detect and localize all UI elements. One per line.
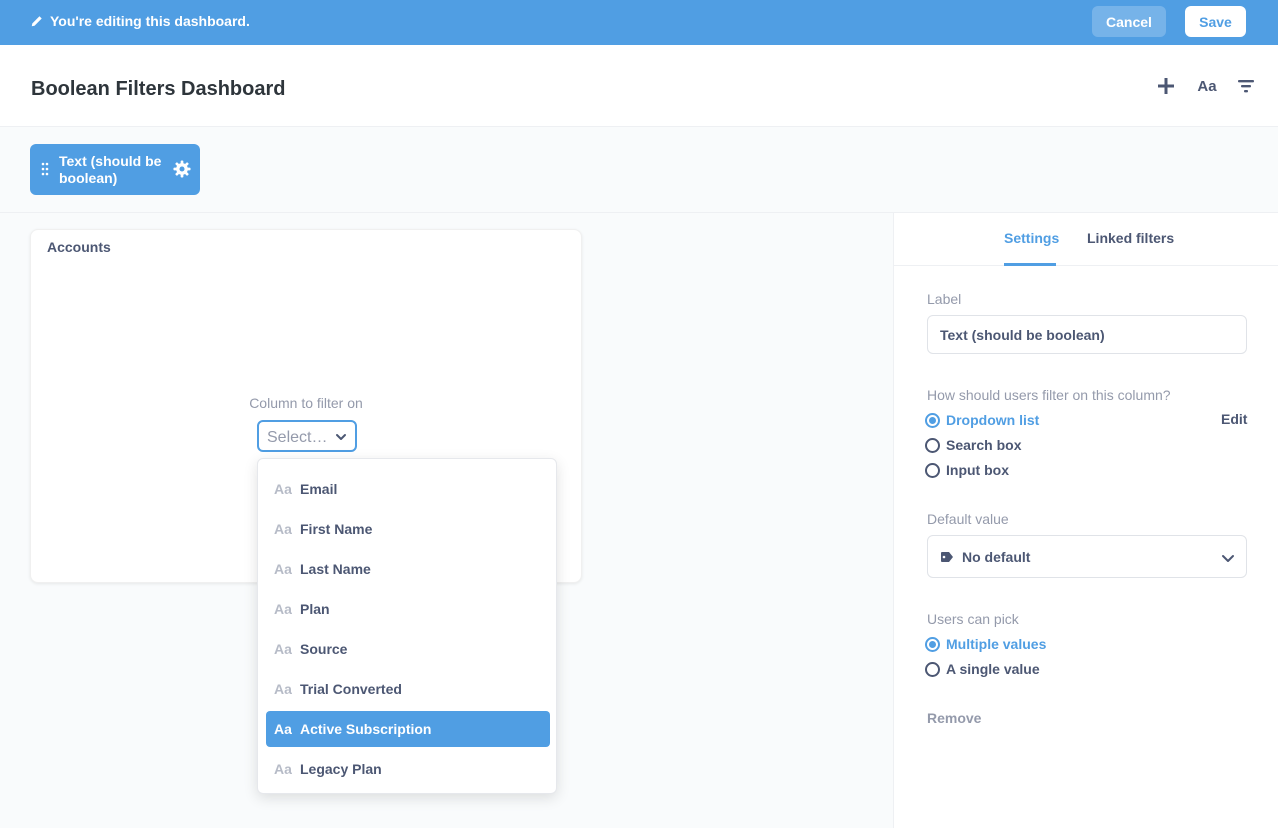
column-option[interactable]: Aa First Name <box>266 511 550 547</box>
add-text-button[interactable]: Aa <box>1196 75 1218 97</box>
column-filter-label: Column to filter on <box>249 395 363 411</box>
chevron-down-icon <box>336 434 346 440</box>
active-tab-indicator <box>1004 263 1056 266</box>
text-type-icon: Aa <box>274 561 292 577</box>
radio-selected-icon <box>925 636 940 652</box>
column-select[interactable]: Select… <box>257 420 357 452</box>
default-value-select[interactable]: No default <box>927 535 1247 578</box>
column-option-label: Active Subscription <box>300 721 432 737</box>
pencil-icon <box>31 16 42 27</box>
column-option[interactable]: Aa Last Name <box>266 551 550 587</box>
column-option-highlighted[interactable]: Aa Active Subscription <box>266 711 550 747</box>
dashboard-title[interactable]: Boolean Filters Dashboard <box>31 78 286 101</box>
edit-dropdown-link[interactable]: Edit <box>1221 411 1247 427</box>
remove-filter-button[interactable]: Remove <box>927 710 981 726</box>
radio-label: Input box <box>946 462 1009 478</box>
radio-search-box[interactable]: Search box <box>925 437 1021 453</box>
filter-settings-sidebar: Settings Linked filters Label Text (shou… <box>893 213 1278 828</box>
add-card-button[interactable] <box>1155 75 1177 97</box>
radio-input-box[interactable]: Input box <box>925 462 1009 478</box>
card-title: Accounts <box>47 239 111 255</box>
column-option-label: Email <box>300 481 338 497</box>
edit-mode-message: You're editing this dashboard. <box>50 13 250 29</box>
filter-bar: Text (should be boolean) <box>0 127 1278 213</box>
filter-method-heading: How should users filter on this column? <box>927 387 1171 403</box>
radio-label: Dropdown list <box>946 412 1040 428</box>
gear-icon[interactable] <box>173 160 191 178</box>
column-select-placeholder: Select… <box>267 429 328 446</box>
tab-settings[interactable]: Settings <box>1004 230 1059 246</box>
label-input-value: Text (should be boolean) <box>940 327 1105 343</box>
default-value-text: No default <box>962 549 1031 565</box>
plus-icon <box>1158 78 1174 94</box>
label-heading: Label <box>927 291 962 307</box>
column-option-label: Legacy Plan <box>300 761 382 777</box>
default-value-heading: Default value <box>927 511 1009 527</box>
column-dropdown: Aa Email Aa First Name Aa Last Name Aa P… <box>257 458 557 794</box>
radio-label: Search box <box>946 437 1022 453</box>
radio-single-value[interactable]: A single value <box>925 661 1040 677</box>
column-option[interactable]: Aa Source <box>266 631 550 667</box>
filter-chip-label: Text (should be boolean) <box>59 153 162 186</box>
dashboard-header: Boolean Filters Dashboard Aa <box>0 45 1278 127</box>
column-option[interactable]: Aa Email <box>266 471 550 507</box>
text-type-icon: Aa <box>274 521 292 537</box>
radio-dropdown-list[interactable]: Dropdown list <box>925 412 1039 428</box>
label-input[interactable]: Text (should be boolean) <box>927 315 1247 354</box>
radio-unselected-icon <box>925 462 940 478</box>
text-icon: Aa <box>1197 77 1217 95</box>
radio-selected-icon <box>925 412 940 428</box>
text-type-icon: Aa <box>274 481 292 497</box>
save-button[interactable]: Save <box>1185 6 1246 37</box>
column-option-label: Plan <box>300 601 330 617</box>
column-option-label: First Name <box>300 521 373 537</box>
text-type-icon: Aa <box>274 721 292 737</box>
tab-linked-filters[interactable]: Linked filters <box>1087 230 1174 246</box>
sidebar-tabs: Settings Linked filters <box>894 213 1278 266</box>
radio-multiple-values[interactable]: Multiple values <box>925 636 1046 652</box>
column-option-label: Source <box>300 641 348 657</box>
column-option-label: Trial Converted <box>300 681 402 697</box>
tag-icon <box>941 552 953 562</box>
column-option[interactable]: Aa Trial Converted <box>266 671 550 707</box>
filter-icon <box>1238 80 1254 93</box>
column-option[interactable]: Aa Plan <box>266 591 550 627</box>
edit-mode-bar: You're editing this dashboard. Cancel Sa… <box>0 0 1278 45</box>
text-type-icon: Aa <box>274 681 292 697</box>
users-can-pick-heading: Users can pick <box>927 611 1019 627</box>
text-type-icon: Aa <box>274 761 292 777</box>
text-type-icon: Aa <box>274 641 292 657</box>
radio-unselected-icon <box>925 437 940 453</box>
add-filter-button[interactable] <box>1235 75 1257 97</box>
radio-unselected-icon <box>925 661 940 677</box>
radio-label: Multiple values <box>946 636 1047 652</box>
chevron-down-icon <box>1222 555 1234 562</box>
text-type-icon: Aa <box>274 601 292 617</box>
radio-label: A single value <box>946 661 1040 677</box>
filter-chip[interactable]: Text (should be boolean) <box>30 144 200 195</box>
cancel-button[interactable]: Cancel <box>1092 6 1166 37</box>
drag-handle-icon[interactable] <box>40 162 50 176</box>
column-option-label: Last Name <box>300 561 371 577</box>
column-option[interactable]: Aa Legacy Plan <box>266 751 550 787</box>
